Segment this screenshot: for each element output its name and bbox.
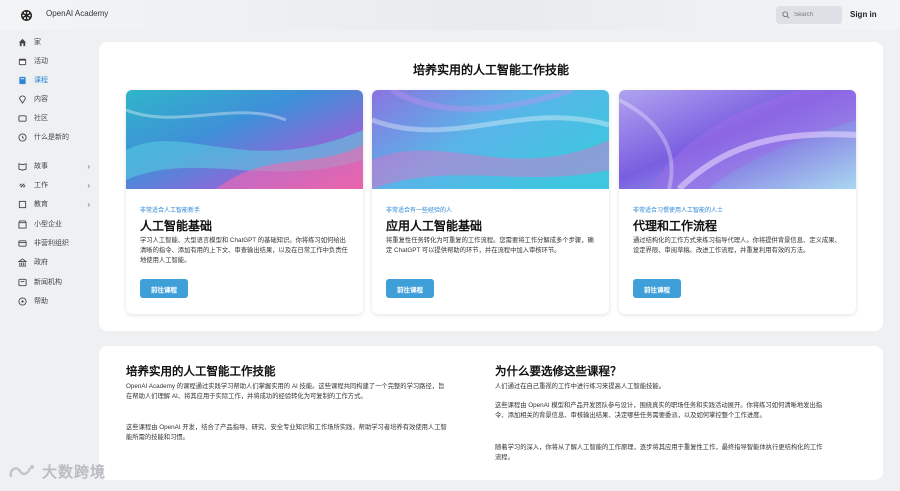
calendar-icon (18, 58, 27, 65)
education-icon (18, 200, 27, 208)
course-level-tag: 非常适合人工智能新手 (140, 208, 201, 214)
sidebar-item-education[interactable]: 教育 › (18, 197, 94, 211)
sidebar-item-label: 新闻机构 (34, 279, 62, 286)
sidebar-item-work[interactable]: 工作 › (18, 178, 94, 192)
course-description: 学习人工智能、大型语言模型和 ChatGPT 的基础知识。你将练习如何给出清晰的… (140, 237, 348, 264)
home-icon (18, 38, 27, 46)
sidebar-item-small-business[interactable]: 小型企业 (18, 217, 94, 231)
sidebar-item-community[interactable]: 社区 (18, 111, 94, 125)
sign-in-link[interactable]: Sign in (850, 10, 877, 19)
watermark-text: 大数跨境 (42, 464, 107, 481)
course-banner-image (126, 90, 363, 189)
sidebar-item-nonprofit[interactable]: 非营利组织 (18, 236, 94, 250)
watermark: 大数跨境 (8, 461, 106, 482)
why-paragraph: 这些课程由 OpenAI 模型和产品开发团队参与设计，围绕真实的职场任务和实践活… (495, 402, 823, 419)
watermark-logo-icon (9, 464, 34, 477)
link-icon (19, 182, 26, 188)
course-level-tag: 非常适合习惯使用人工智能的人士 (633, 208, 724, 214)
sidebar-item-home[interactable]: 家 (18, 35, 94, 49)
location-icon (19, 94, 26, 104)
sidebar-item-label: 帮助 (34, 298, 48, 305)
course-title: 代理和工作流程 (633, 219, 718, 233)
why-paragraph: 人们通过在自己重视的工作中进行练习来提高人工智能技能。 (495, 383, 666, 390)
course-description: 将重复性任务转化为可重复的工作流程。您需要将工作分解成多个步骤，确定 ChatG… (386, 237, 594, 254)
about-paragraph: 这些课程由 OpenAI 开发，结合了产品指导、研究、安全专业知识和工作场所实践… (126, 424, 447, 441)
course-level-tag: 非常适合有一些经验的人 (386, 208, 453, 214)
openai-logo-icon[interactable] (18, 7, 35, 24)
go-to-course-button[interactable]: 前往课程 (386, 279, 434, 298)
courses-section: 培养实用的人工智能工作技能 非常适合人工智能新手 人工智能基础 学习人工智能、大… (99, 42, 883, 331)
sidebar-item-label: 内容 (34, 96, 48, 103)
about-section: 培养实用的人工智能工作技能 OpenAI Academy 的课程通过实践学习帮助… (99, 346, 883, 480)
sidebar-item-courses[interactable]: 课程 (18, 73, 94, 87)
sidebar-item-help[interactable]: 帮助 (18, 294, 94, 308)
go-to-course-button[interactable]: 前往课程 (633, 279, 681, 298)
sidebar-item-label: 活动 (34, 58, 48, 65)
about-paragraph: OpenAI Academy 的课程通过实践学习帮助人们掌握实用的 AI 技能。… (126, 383, 445, 400)
course-card-ai-basics[interactable]: 非常适合人工智能新手 人工智能基础 学习人工智能、大型语言模型和 ChatGPT… (126, 90, 363, 314)
search-input[interactable] (794, 12, 840, 18)
book-icon (19, 76, 26, 84)
community-icon (18, 114, 27, 122)
sidebar-item-stories[interactable]: 故事 › (18, 159, 94, 173)
store-icon (18, 219, 27, 229)
sidebar-item-label: 政府 (34, 259, 48, 266)
course-title: 应用人工智能基础 (386, 219, 483, 233)
brand-name[interactable]: OpenAI Academy (46, 9, 108, 18)
top-bar: OpenAI Academy Sign in (0, 0, 900, 30)
sidebar-item-label: 什么是新的 (34, 134, 69, 141)
sidebar: 家 活动 课程 内容 社区 什么是新的 故事 › 工作 › 教育 › 小型企业 (0, 30, 97, 491)
help-icon (18, 296, 27, 306)
why-paragraph: 随着学习的深入，你将从了解人工智能的工作原理，逐步将其应用于重复性工作，最终指导… (495, 444, 823, 461)
chevron-right-icon[interactable]: › (87, 181, 90, 190)
sidebar-item-events[interactable]: 活动 (18, 54, 94, 68)
search-icon (782, 11, 790, 19)
chevron-right-icon[interactable]: › (87, 162, 90, 171)
sidebar-item-label: 小型企业 (34, 221, 62, 228)
sidebar-item-label: 非营利组织 (34, 240, 69, 247)
sidebar-item-label: 家 (34, 39, 41, 46)
about-title: 培养实用的人工智能工作技能 (126, 366, 276, 378)
sidebar-item-whats-new[interactable]: 什么是新的 (18, 130, 94, 144)
news-icon (18, 278, 27, 286)
sidebar-item-label: 故事 (34, 163, 48, 170)
sidebar-item-label: 教育 (34, 201, 48, 208)
sidebar-item-content[interactable]: 内容 (18, 92, 94, 106)
section-title: 培养实用的人工智能工作技能 (412, 63, 569, 77)
course-card-applied-ai[interactable]: 非常适合有一些经验的人 应用人工智能基础 将重复性任务转化为可重复的工作流程。您… (372, 90, 609, 314)
sidebar-item-label: 社区 (34, 115, 48, 122)
sidebar-item-label: 课程 (34, 77, 48, 84)
chevron-right-icon[interactable]: › (87, 200, 90, 209)
course-title: 人工智能基础 (140, 219, 213, 233)
course-banner-image (372, 90, 609, 189)
why-title: 为什么要选修这些课程？ (495, 366, 622, 378)
government-icon (18, 257, 27, 267)
sidebar-item-government[interactable]: 政府 (18, 255, 94, 269)
nonprofit-icon (18, 239, 27, 247)
sidebar-item-news[interactable]: 新闻机构 (18, 275, 94, 289)
clock-icon (18, 132, 27, 142)
go-to-course-button[interactable]: 前往课程 (140, 279, 188, 298)
course-banner-image (619, 90, 856, 192)
book-open-icon (18, 162, 27, 171)
sidebar-item-label: 工作 (34, 182, 48, 189)
course-card-agents-workflows[interactable]: 非常适合习惯使用人工智能的人士 代理和工作流程 通过结构化的工作方式来练习指导代… (619, 90, 856, 314)
search-box[interactable] (776, 6, 842, 24)
course-description: 通过结构化的工作方式来练习指导代理人。你将提供背景信息、定义成果、设定界限、审阅… (633, 237, 841, 254)
